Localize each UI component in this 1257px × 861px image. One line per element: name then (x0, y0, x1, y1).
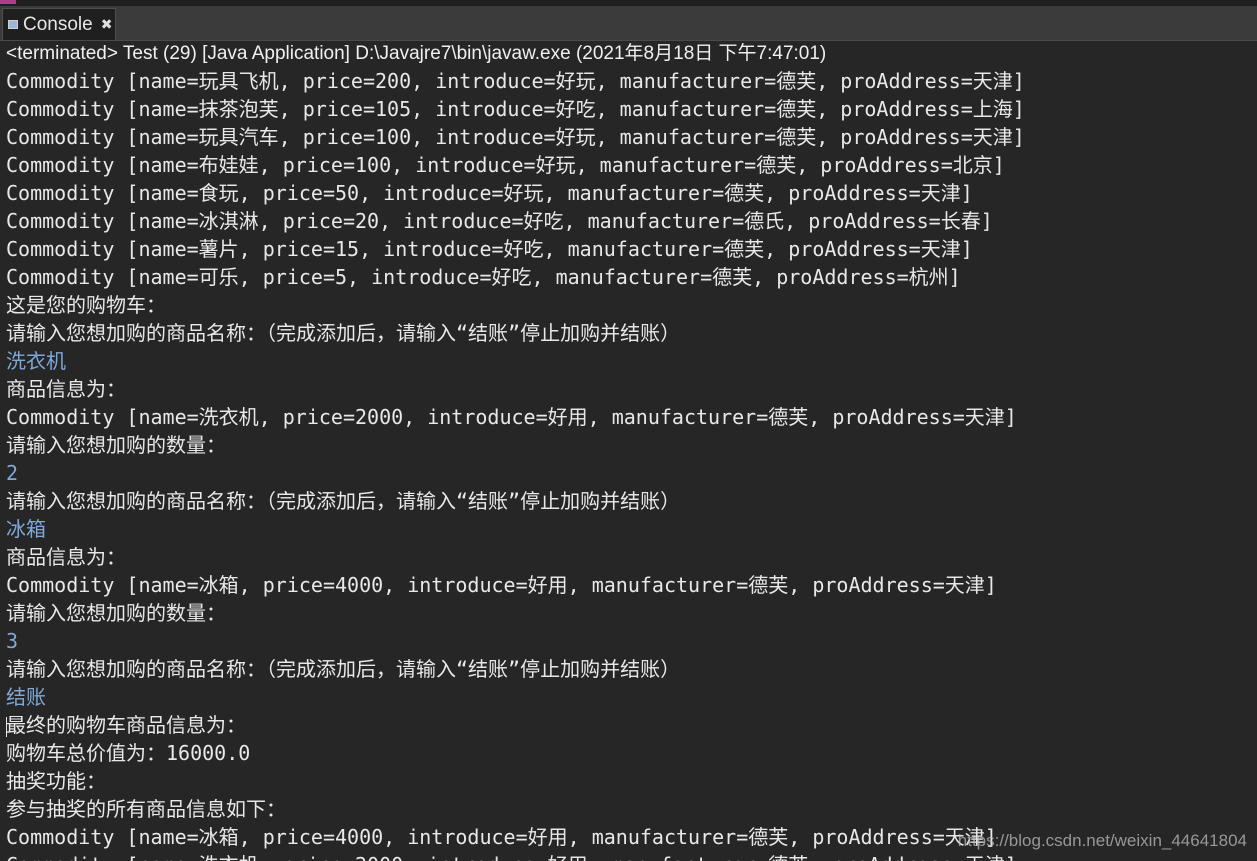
console-line-text: 商品信息为： (6, 377, 126, 401)
tab-console-label: Console (23, 13, 93, 35)
console-line-text: Commodity [name=食玩, price=50, introduce=… (6, 181, 973, 205)
console-output-area[interactable]: Commodity [name=玩具飞机, price=200, introdu… (0, 67, 1257, 861)
console-output-line: 请输入您想加购的数量： (0, 599, 1257, 627)
console-line-text: 最终的购物车商品信息为： (6, 713, 246, 737)
console-output-line: Commodity [name=洗衣机, price=2000, introdu… (0, 403, 1257, 431)
console-line-text: 请输入您想加购的商品名称：（完成添加后，请输入“结账”停止加购并结账） (6, 657, 681, 681)
console-output-line: Commodity [name=玩具汽车, price=100, introdu… (0, 123, 1257, 151)
console-line-text: 请输入您想加购的商品名称：（完成添加后，请输入“结账”停止加购并结账） (6, 489, 681, 513)
console-output-line: Commodity [name=冰淇淋, price=20, introduce… (0, 207, 1257, 235)
console-input-line: 洗衣机 (0, 347, 1257, 375)
console-input-line: 冰箱 (0, 515, 1257, 543)
console-output-line: 请输入您想加购的数量： (0, 431, 1257, 459)
console-output-line: Commodity [name=布娃娃, price=100, introduc… (0, 151, 1257, 179)
console-output-line: 请输入您想加购的商品名称：（完成添加后，请输入“结账”停止加购并结账） (0, 655, 1257, 683)
console-line-text: 参与抽奖的所有商品信息如下： (6, 797, 286, 821)
console-output-line: 最终的购物车商品信息为： (0, 711, 1257, 739)
console-line-text: 洗衣机 (6, 349, 66, 373)
console-output-line: 参与抽奖的所有商品信息如下： (0, 795, 1257, 823)
console-input-line: 3 (0, 627, 1257, 655)
console-line-text: 请输入您想加购的数量： (6, 433, 226, 457)
console-output-line: 抽奖功能： (0, 767, 1257, 795)
console-line-text: Commodity [name=薯片, price=15, introduce=… (6, 237, 973, 261)
console-output-line: Commodity [name=抹茶泡芙, price=105, introdu… (0, 95, 1257, 123)
console-window: Console ✖ <terminated> Test (29) [Java A… (0, 0, 1257, 861)
console-line-text: 请输入您想加购的数量： (6, 601, 226, 625)
console-line-text: Commodity [name=洗衣机, price=2000, introdu… (6, 853, 1017, 861)
console-output-line: Commodity [name=可乐, price=5, introduce=好… (0, 263, 1257, 291)
console-output-line: Commodity [name=薯片, price=15, introduce=… (0, 235, 1257, 263)
console-line-text: 2 (6, 461, 19, 485)
console-output-line: Commodity [name=玩具飞机, price=200, introdu… (0, 67, 1257, 95)
console-line-text: 购物车总价值为：16000.0 (6, 741, 251, 765)
tab-console[interactable]: Console ✖ (2, 8, 116, 40)
console-output-line: Commodity [name=冰箱, price=4000, introduc… (0, 571, 1257, 599)
console-line-text: Commodity [name=玩具汽车, price=100, introdu… (6, 125, 1025, 149)
console-line-text: 这是您的购物车： (6, 293, 166, 317)
console-input-line: 结账 (0, 683, 1257, 711)
console-line-text: Commodity [name=可乐, price=5, introduce=好… (6, 265, 961, 289)
console-line-text: 3 (6, 629, 19, 653)
console-output-line: 商品信息为： (0, 543, 1257, 571)
view-tab-bar: Console ✖ (0, 6, 1257, 41)
console-output-line: 商品信息为： (0, 375, 1257, 403)
console-input-line: 2 (0, 459, 1257, 487)
console-line-text: Commodity [name=冰淇淋, price=20, introduce… (6, 209, 993, 233)
console-line-text: 冰箱 (6, 517, 46, 541)
console-line-text: Commodity [name=冰箱, price=4000, introduc… (6, 573, 997, 597)
console-output-line: 这是您的购物车： (0, 291, 1257, 319)
perspective-marker (0, 0, 16, 4)
console-line-text: Commodity [name=冰箱, price=4000, introduc… (6, 825, 997, 849)
console-icon (8, 20, 18, 29)
console-line-text: 结账 (6, 685, 46, 709)
close-icon[interactable]: ✖ (101, 16, 113, 33)
console-line-text: 商品信息为： (6, 545, 126, 569)
console-output-line: 请输入您想加购的商品名称：（完成添加后，请输入“结账”停止加购并结账） (0, 319, 1257, 347)
console-line-text: Commodity [name=布娃娃, price=100, introduc… (6, 153, 1005, 177)
console-output-line: Commodity [name=洗衣机, price=2000, introdu… (0, 851, 1257, 861)
process-status-line: <terminated> Test (29) [Java Application… (0, 41, 1257, 67)
console-line-text: Commodity [name=洗衣机, price=2000, introdu… (6, 405, 1017, 429)
console-line-text: 请输入您想加购的商品名称：（完成添加后，请输入“结账”停止加购并结账） (6, 321, 681, 345)
console-output-line: Commodity [name=食玩, price=50, introduce=… (0, 179, 1257, 207)
console-output-line: 请输入您想加购的商品名称：（完成添加后，请输入“结账”停止加购并结账） (0, 487, 1257, 515)
console-output-line: 购物车总价值为：16000.0 (0, 739, 1257, 767)
console-line-text: 抽奖功能： (6, 769, 106, 793)
console-line-text: Commodity [name=抹茶泡芙, price=105, introdu… (6, 97, 1025, 121)
watermark-text: https://blog.csdn.net/weixin_44641804 (957, 831, 1247, 850)
console-line-text: Commodity [name=玩具飞机, price=200, introdu… (6, 69, 1025, 93)
